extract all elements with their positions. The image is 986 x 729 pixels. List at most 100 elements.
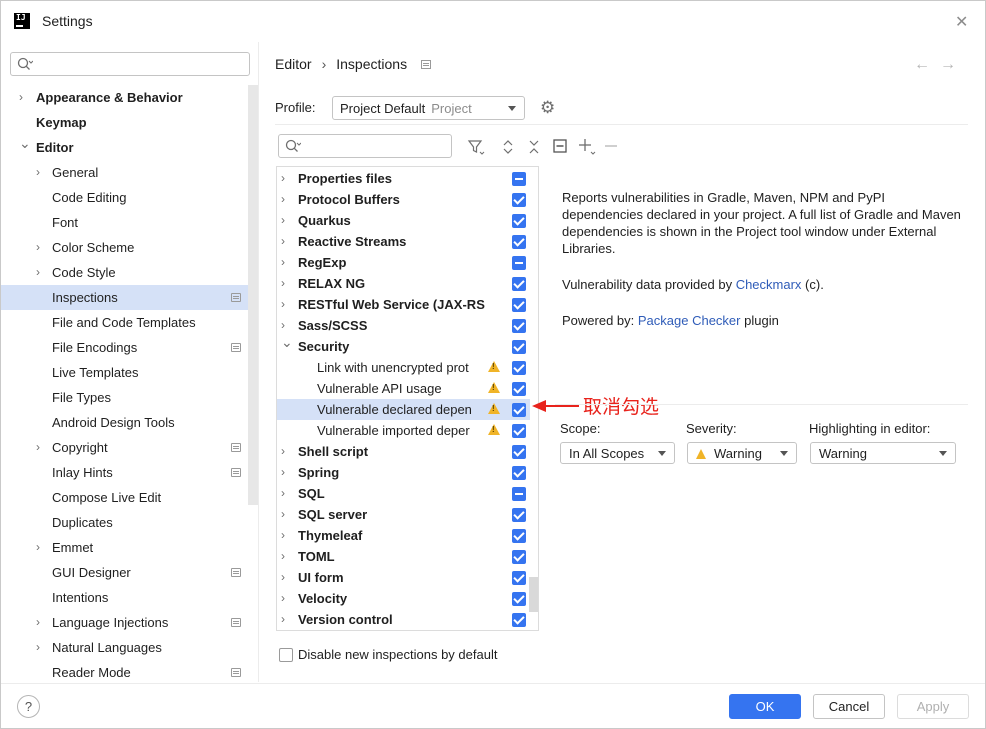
sidebar-item[interactable]: Code Editing — [0, 185, 248, 210]
chevron-right-icon[interactable]: › — [281, 546, 285, 567]
sidebar-item[interactable]: Intentions — [0, 585, 248, 610]
chevron-right-icon[interactable]: › — [281, 588, 285, 609]
inspection-row[interactable]: ⌄ Security — [277, 334, 530, 357]
inspection-row[interactable]: Link with unencrypted prot — [277, 357, 530, 378]
inspection-row[interactable]: › SQL — [277, 483, 530, 504]
chevron-right-icon[interactable]: › — [281, 231, 285, 252]
inspection-checkbox[interactable] — [512, 529, 526, 543]
inspection-checkbox[interactable] — [512, 508, 526, 522]
inspection-checkbox[interactable] — [512, 424, 526, 438]
sidebar-item[interactable]: › Copyright — [0, 435, 248, 460]
sidebar-item[interactable]: Duplicates — [0, 510, 248, 535]
inspection-checkbox[interactable] — [512, 193, 526, 207]
chevron-right-icon[interactable]: › — [281, 441, 285, 462]
sidebar-item[interactable]: › Natural Languages — [0, 635, 248, 660]
inspection-scrollbar[interactable] — [529, 577, 538, 612]
sidebar-item[interactable]: Compose Live Edit — [0, 485, 248, 510]
inspection-row[interactable]: › Reactive Streams — [277, 231, 530, 252]
help-button[interactable]: ? — [17, 695, 40, 718]
close-icon[interactable]: ✕ — [955, 12, 968, 32]
chevron-down-icon[interactable]: ⌄ — [19, 131, 31, 156]
chevron-right-icon[interactable]: › — [281, 609, 285, 630]
inspection-row[interactable]: › Quarkus — [277, 210, 530, 231]
inspection-checkbox[interactable] — [512, 277, 526, 291]
inspection-checkbox[interactable] — [512, 403, 526, 417]
chevron-right-icon[interactable]: › — [281, 294, 285, 315]
sidebar-item[interactable]: Keymap — [0, 110, 248, 135]
inspection-row[interactable]: › RESTful Web Service (JAX-RS — [277, 294, 530, 315]
collapse-all-icon[interactable] — [528, 139, 540, 155]
sidebar-item[interactable]: File Encodings — [0, 335, 248, 360]
sidebar-scrollbar[interactable] — [248, 85, 258, 505]
sidebar-item[interactable]: › Language Injections — [0, 610, 248, 635]
checkmarx-link[interactable]: Checkmarx — [736, 277, 802, 292]
scope-dropdown[interactable]: In All Scopes — [560, 442, 675, 464]
chevron-right-icon[interactable]: › — [36, 160, 40, 185]
inspection-checkbox[interactable] — [512, 340, 526, 354]
filter-icon[interactable] — [467, 138, 485, 156]
inspection-row[interactable]: › Thymeleaf — [277, 525, 530, 546]
back-arrow-icon[interactable]: ← — [914, 56, 930, 74]
sidebar-item[interactable]: › Appearance & Behavior — [0, 85, 248, 110]
gear-icon[interactable]: ⚙ — [540, 98, 555, 118]
inspection-checkbox[interactable] — [512, 550, 526, 564]
chevron-right-icon[interactable]: › — [36, 535, 40, 560]
add-icon[interactable] — [578, 138, 596, 156]
inspection-checkbox[interactable] — [512, 487, 526, 501]
inspection-row[interactable]: › SQL server — [277, 504, 530, 525]
inspection-row[interactable]: › TOML — [277, 546, 530, 567]
severity-dropdown[interactable]: Warning — [687, 442, 797, 464]
inspection-checkbox[interactable] — [512, 319, 526, 333]
chevron-right-icon[interactable]: › — [281, 504, 285, 525]
inspection-checkbox[interactable] — [512, 172, 526, 186]
sidebar-item[interactable]: › Emmet — [0, 535, 248, 560]
cancel-button[interactable]: Cancel — [813, 694, 885, 719]
inspection-row[interactable]: › RegExp — [277, 252, 530, 273]
chevron-right-icon[interactable]: › — [281, 252, 285, 273]
chevron-right-icon[interactable]: › — [36, 435, 40, 460]
sidebar-item[interactable]: Font — [0, 210, 248, 235]
remove-icon[interactable] — [604, 139, 618, 153]
inspection-checkbox[interactable] — [512, 382, 526, 396]
inspection-checkbox[interactable] — [512, 298, 526, 312]
package-checker-link[interactable]: Package Checker — [638, 313, 741, 328]
sidebar-item[interactable]: › General — [0, 160, 248, 185]
highlighting-dropdown[interactable]: Warning — [810, 442, 956, 464]
chevron-right-icon[interactable]: › — [281, 273, 285, 294]
chevron-right-icon[interactable]: › — [281, 210, 285, 231]
inspection-row[interactable]: › RELAX NG — [277, 273, 530, 294]
inspection-row[interactable]: › Protocol Buffers — [277, 189, 530, 210]
sidebar-item[interactable]: Inspections — [0, 285, 248, 310]
inspection-row[interactable]: Vulnerable declared depen — [277, 399, 530, 420]
ok-button[interactable]: OK — [729, 694, 801, 719]
inspection-checkbox[interactable] — [512, 235, 526, 249]
profile-dropdown[interactable]: Project Default Project — [332, 96, 525, 120]
chevron-right-icon[interactable]: › — [281, 525, 285, 546]
chevron-right-icon[interactable]: › — [281, 462, 285, 483]
expand-all-icon[interactable] — [502, 139, 514, 155]
chevron-right-icon[interactable]: › — [36, 235, 40, 260]
inspection-checkbox[interactable] — [512, 256, 526, 270]
chevron-right-icon[interactable]: › — [281, 168, 285, 189]
settings-search-input[interactable] — [10, 52, 250, 76]
inspection-row[interactable]: › Shell script — [277, 441, 530, 462]
sidebar-item[interactable]: › Code Style — [0, 260, 248, 285]
inspection-checkbox[interactable] — [512, 214, 526, 228]
inspection-row[interactable]: › Version control — [277, 609, 530, 630]
sidebar-item[interactable]: Android Design Tools — [0, 410, 248, 435]
chevron-right-icon[interactable]: › — [281, 567, 285, 588]
inspection-checkbox[interactable] — [512, 571, 526, 585]
inspection-row[interactable]: › Spring — [277, 462, 530, 483]
disable-new-inspections-label[interactable]: Disable new inspections by default — [298, 647, 497, 662]
sidebar-item[interactable]: Inlay Hints — [0, 460, 248, 485]
sidebar-item[interactable]: Live Templates — [0, 360, 248, 385]
chevron-right-icon[interactable]: › — [281, 189, 285, 210]
chevron-right-icon[interactable]: › — [36, 610, 40, 635]
inspection-checkbox[interactable] — [512, 613, 526, 627]
chevron-right-icon[interactable]: › — [36, 635, 40, 660]
breadcrumb-parent[interactable]: Editor — [275, 56, 312, 72]
inspection-checkbox[interactable] — [512, 445, 526, 459]
forward-arrow-icon[interactable]: → — [940, 56, 956, 74]
chevron-right-icon[interactable]: › — [19, 85, 23, 110]
inspection-checkbox[interactable] — [512, 361, 526, 375]
